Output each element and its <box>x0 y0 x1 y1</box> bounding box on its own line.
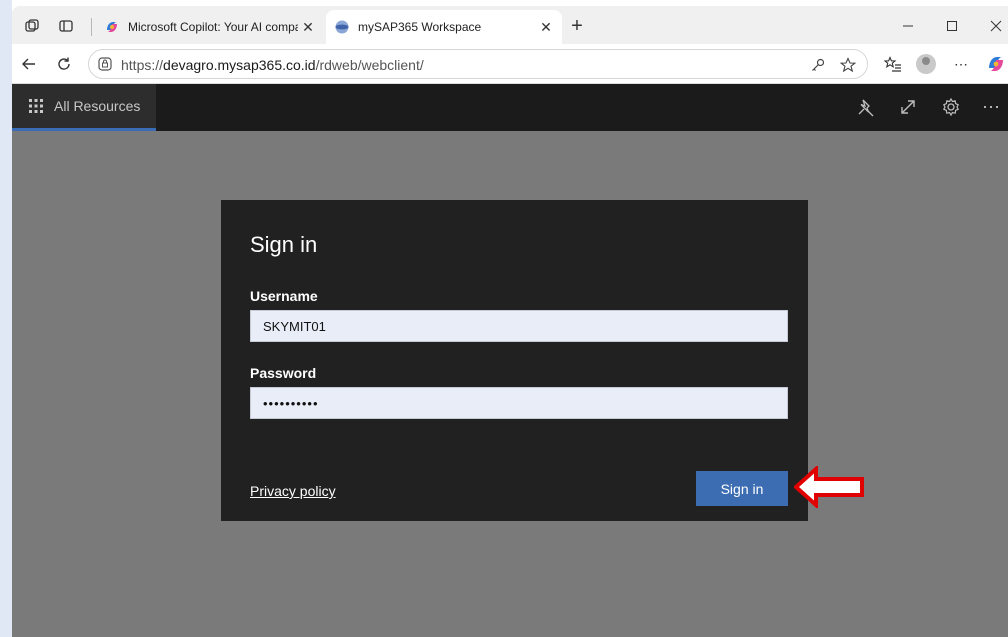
desktop-background <box>0 0 12 637</box>
avatar <box>916 54 936 74</box>
sign-in-button[interactable]: Sign in <box>696 471 788 506</box>
tab-copilot[interactable]: Microsoft Copilot: Your AI companion ✕ <box>96 10 324 44</box>
tab-title: mySAP365 Workspace <box>358 20 482 34</box>
tab-label: All Resources <box>54 98 141 114</box>
copilot-icon <box>107 22 117 32</box>
favorite-star-icon[interactable] <box>839 56 857 74</box>
tab-mysap365[interactable]: mySAP365 Workspace ✕ <box>326 10 562 44</box>
url-text: https://devagro.mysap365.co.id/rdweb/web… <box>121 57 424 73</box>
back-arrow-icon[interactable] <box>17 52 41 76</box>
browser-toolbar: https://devagro.mysap365.co.id/rdweb/web… <box>12 44 1008 84</box>
tab-strip: Microsoft Copilot: Your AI companion ✕ m… <box>12 6 1008 46</box>
apps-grid-icon <box>29 99 43 113</box>
settings-gear-icon[interactable] <box>938 94 964 120</box>
username-input[interactable] <box>250 310 788 342</box>
password-key-icon[interactable] <box>809 56 827 74</box>
globe-icon <box>335 20 349 34</box>
window-close-icon[interactable] <box>984 14 1008 38</box>
remote-desktop-header: All Resources ⋯ <box>12 84 1008 131</box>
more-options-icon[interactable]: ⋯ <box>949 52 973 76</box>
password-input[interactable] <box>250 387 788 419</box>
unpin-icon[interactable] <box>853 94 879 120</box>
more-options-icon[interactable]: ⋯ <box>978 94 1004 120</box>
sign-in-dialog: Sign in Username Password Privacy policy… <box>221 200 808 521</box>
close-icon[interactable]: ✕ <box>536 17 556 37</box>
refresh-icon[interactable] <box>52 52 76 76</box>
tab-title: Microsoft Copilot: Your AI companion <box>128 20 298 34</box>
minimize-icon[interactable] <box>896 14 920 38</box>
lock-icon[interactable] <box>97 56 113 72</box>
workspaces-icon[interactable] <box>22 16 42 36</box>
fullscreen-icon[interactable] <box>895 94 921 120</box>
profile-avatar-icon[interactable] <box>914 52 938 76</box>
browser-window: Microsoft Copilot: Your AI companion ✕ m… <box>12 6 1008 637</box>
username-label: Username <box>250 288 318 304</box>
red-callout-arrow-icon <box>794 466 864 508</box>
maximize-icon[interactable] <box>940 14 964 38</box>
close-icon[interactable]: ✕ <box>298 17 318 37</box>
web-client-page: All Resources ⋯ Sign in Username Passwor… <box>12 84 1008 637</box>
password-label: Password <box>250 365 317 381</box>
address-bar[interactable]: https://devagro.mysap365.co.id/rdweb/web… <box>88 49 868 79</box>
favorites-icon[interactable] <box>881 52 905 76</box>
tab-separator <box>91 18 92 36</box>
privacy-policy-link[interactable]: Privacy policy <box>250 483 336 499</box>
tab-all-resources[interactable]: All Resources <box>12 84 156 131</box>
dialog-title: Sign in <box>250 232 318 257</box>
new-tab-button[interactable]: + <box>566 16 588 38</box>
tab-actions-icon[interactable] <box>56 16 76 36</box>
copilot-sidebar-icon[interactable] <box>984 52 1008 76</box>
